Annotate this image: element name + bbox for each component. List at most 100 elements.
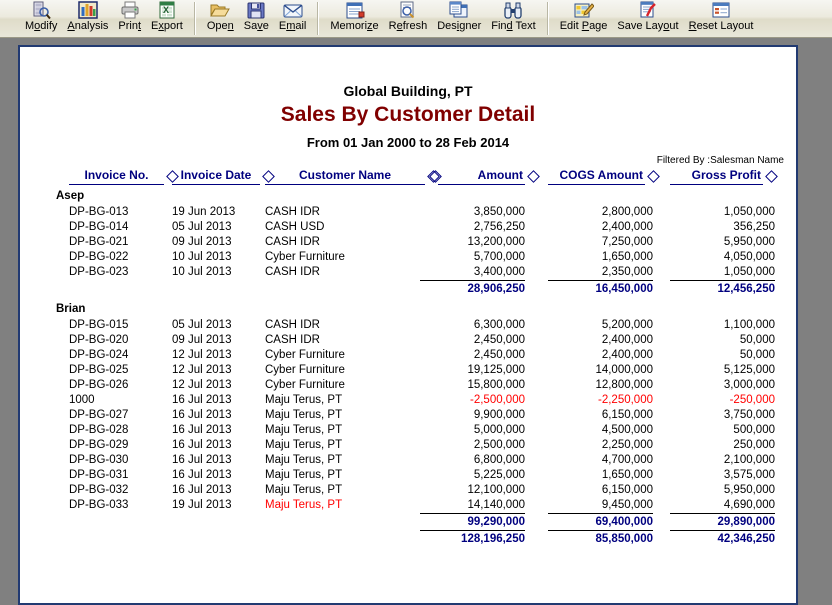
toolbar-button-reset-layout[interactable]: Reset Layout (684, 0, 759, 36)
table-row[interactable]: DP-BG-024 12 Jul 2013 Cyber Furniture 2,450… (20, 348, 796, 363)
toolbar-button-edit-page[interactable]: Edit Page (555, 0, 613, 36)
cell-invoice-date: 10 Jul 2013 (172, 266, 232, 278)
cell-amount: 5,000,000 (473, 424, 525, 436)
cell-customer-name: Maju Terus, PT (265, 409, 343, 421)
table-row[interactable]: DP-BG-025 12 Jul 2013 Cyber Furniture 19,12… (20, 363, 796, 378)
toolbar-button-save-layout[interactable]: Save Layout (612, 0, 683, 36)
table-row[interactable]: DP-BG-023 10 Jul 2013 CASH IDR 3,400,000 2,3… (20, 265, 796, 280)
email-envelope-icon (283, 1, 303, 20)
cell-invoice-no: DP-BG-022 (69, 251, 129, 263)
cell-cogs-amount: 9,450,000 (601, 499, 653, 511)
cell-cogs-amount: 2,400,000 (601, 349, 653, 361)
toolbar-group: Open Save Email (202, 0, 312, 37)
cell-invoice-date: 09 Jul 2013 (172, 236, 232, 248)
cell-customer-name: Cyber Furniture (265, 379, 345, 391)
cell-customer-name: CASH IDR (265, 236, 320, 248)
toolbar-button-open[interactable]: Open (202, 0, 239, 36)
cell-invoice-date: 16 Jul 2013 (172, 394, 232, 406)
memorize-notebook-icon (345, 1, 365, 20)
toolbar-button-refresh[interactable]: Refresh (384, 0, 433, 36)
toolbar-button-memorize[interactable]: Memorize (325, 0, 383, 36)
cell-customer-name: Maju Terus, PT (265, 484, 343, 496)
column-header-invoice-date[interactable]: Invoice Date (172, 167, 260, 185)
table-row[interactable]: DP-BG-013 19 Jun 2013 CASH IDR 3,850,000 2,8… (20, 205, 796, 220)
table-row[interactable]: DP-BG-021 09 Jul 2013 CASH IDR 13,200,000 7,… (20, 235, 796, 250)
toolbar-button-modify[interactable]: Modify (20, 0, 62, 36)
cell-invoice-date: 12 Jul 2013 (172, 364, 232, 376)
table-row[interactable]: DP-BG-022 10 Jul 2013 Cyber Furniture 5,700… (20, 250, 796, 265)
table-row[interactable]: DP-BG-029 16 Jul 2013 Maju Terus, PT 2,500,… (20, 438, 796, 453)
cell-cogs-amount: 2,250,000 (601, 439, 653, 451)
cell-cogs-amount: 7,250,000 (601, 236, 653, 248)
cell-cogs-amount: 14,000,000 (595, 364, 653, 376)
cell-invoice-no: DP-BG-031 (69, 469, 129, 481)
cell-invoice-date: 16 Jul 2013 (172, 484, 232, 496)
cell-invoice-no: DP-BG-029 (69, 439, 129, 451)
toolbar-button-analysis[interactable]: Analysis (62, 0, 113, 36)
subtotal-cogs-amount: 69,400,000 (548, 513, 653, 529)
table-row[interactable]: DP-BG-032 16 Jul 2013 Maju Terus, PT 12,100… (20, 483, 796, 498)
group-subtotal-row: 28,906,250 16,450,000 12,456,250 (20, 280, 796, 296)
cell-cogs-amount: 2,400,000 (601, 334, 653, 346)
cell-gross-profit: 5,950,000 (723, 484, 775, 496)
cell-invoice-date: 10 Jul 2013 (172, 251, 232, 263)
table-row[interactable]: DP-BG-014 05 Jul 2013 CASH USD 2,756,250 2,4… (20, 220, 796, 235)
report-period: From 01 Jan 2000 to 28 Feb 2014 (306, 135, 510, 150)
table-row[interactable]: DP-BG-033 19 Jul 2013 Maju Terus, PT 14,140… (20, 498, 796, 513)
table-row[interactable]: DP-BG-027 16 Jul 2013 Maju Terus, PT 9,900,… (20, 408, 796, 423)
cell-invoice-no: DP-BG-026 (69, 379, 129, 391)
cell-gross-profit: 356,250 (733, 221, 775, 233)
column-header-invoice-no[interactable]: Invoice No. (69, 167, 164, 185)
table-row[interactable]: DP-BG-026 12 Jul 2013 Cyber Furniture 15,80… (20, 378, 796, 393)
find-text-binoculars-icon (503, 1, 523, 20)
toolbar-button-email[interactable]: Email (274, 0, 312, 36)
toolbar-separator (546, 2, 549, 35)
cell-invoice-date: 16 Jul 2013 (172, 409, 232, 421)
designer-icon (449, 1, 469, 20)
toolbar-button-label: Refresh (388, 20, 428, 32)
grand-total-amount: 128,196,250 (420, 530, 525, 546)
cell-gross-profit: 5,125,000 (723, 364, 775, 376)
cell-amount: 2,500,000 (473, 439, 525, 451)
column-header-cogs-amount[interactable]: COGS Amount (548, 167, 645, 185)
toolbar-button-designer[interactable]: Designer (432, 0, 486, 36)
modify-icon (31, 1, 51, 20)
toolbar-button-label: Memorize (330, 20, 379, 32)
cell-invoice-date: 12 Jul 2013 (172, 349, 232, 361)
cell-gross-profit: 1,050,000 (723, 266, 775, 278)
cell-customer-name: CASH IDR (265, 206, 320, 218)
cell-cogs-amount: 2,400,000 (601, 221, 653, 233)
table-row[interactable]: DP-BG-020 09 Jul 2013 CASH IDR 2,450,000 2,4… (20, 333, 796, 348)
table-row[interactable]: DP-BG-028 16 Jul 2013 Maju Terus, PT 5,000,… (20, 423, 796, 438)
toolbar-button-find-text[interactable]: Find Text (486, 0, 540, 36)
save-layout-icon (638, 1, 658, 20)
toolbar-group: Memorize Refresh Designer Find Text (325, 0, 540, 37)
table-row[interactable]: DP-BG-031 16 Jul 2013 Maju Terus, PT 5,225,… (20, 468, 796, 483)
cell-invoice-no: DP-BG-013 (69, 206, 129, 218)
cell-invoice-no: DP-BG-014 (69, 221, 129, 233)
column-header-amount[interactable]: Amount (438, 167, 525, 185)
column-sort-diamond-icon[interactable] (765, 170, 778, 183)
toolbar-button-save[interactable]: Save (239, 0, 274, 36)
cell-customer-name: Maju Terus, PT (265, 469, 343, 481)
cell-cogs-amount: 1,650,000 (601, 469, 653, 481)
column-header-gross-profit[interactable]: Gross Profit (670, 167, 763, 185)
toolbar-button-print[interactable]: Print (113, 0, 146, 36)
table-row[interactable]: DP-BG-030 16 Jul 2013 Maju Terus, PT 6,800,… (20, 453, 796, 468)
subtotal-cogs-amount: 16,450,000 (548, 280, 653, 296)
cell-customer-name: Cyber Furniture (265, 251, 345, 263)
table-row[interactable]: DP-BG-015 05 Jul 2013 CASH IDR 6,300,000 5,2… (20, 318, 796, 333)
toolbar-button-label: Find Text (491, 20, 536, 32)
table-row[interactable]: 1000 16 Jul 2013 Maju Terus, PT -2,500,000 -… (20, 393, 796, 408)
cell-amount: 6,800,000 (473, 454, 525, 466)
column-header-customer-name[interactable]: Customer Name (265, 167, 425, 185)
cell-amount: 9,900,000 (473, 409, 525, 421)
cell-invoice-date: 05 Jul 2013 (172, 221, 232, 233)
column-sort-diamond-icon[interactable] (527, 170, 540, 183)
cell-invoice-no: DP-BG-021 (69, 236, 129, 248)
cell-cogs-amount: 4,700,000 (601, 454, 653, 466)
cell-gross-profit: 1,050,000 (723, 206, 775, 218)
cell-gross-profit: 4,050,000 (723, 251, 775, 263)
column-sort-diamond-icon[interactable] (647, 170, 660, 183)
toolbar-button-export[interactable]: X Export (146, 0, 188, 36)
